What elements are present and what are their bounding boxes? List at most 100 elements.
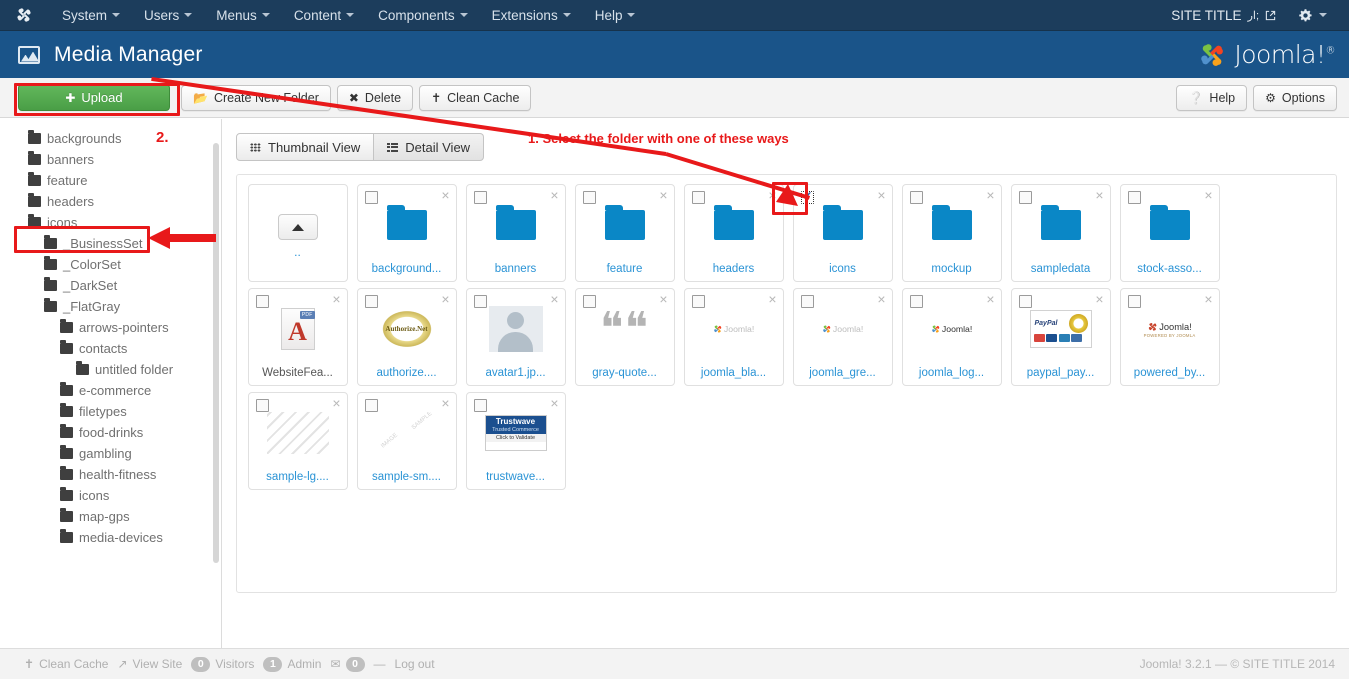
- thumb-checkbox[interactable]: [1018, 295, 1032, 308]
- thumb-item[interactable]: × PDF A WebsiteFea...: [247, 288, 348, 386]
- tree-item[interactable]: icons: [0, 485, 221, 506]
- thumb-checkbox[interactable]: [364, 191, 378, 204]
- menu-components[interactable]: Components: [366, 2, 480, 29]
- tree-item[interactable]: arrows-pointers: [0, 317, 221, 338]
- thumb-checkbox[interactable]: [909, 191, 923, 204]
- tree-item[interactable]: _BusinessSet: [0, 233, 221, 254]
- menu-menus[interactable]: Menus: [204, 2, 282, 29]
- tree-item[interactable]: map-gps: [0, 506, 221, 527]
- thumb-label[interactable]: powered_by...: [1121, 367, 1219, 379]
- close-icon[interactable]: ×: [877, 188, 885, 202]
- delete-button[interactable]: ✖ Delete: [336, 84, 414, 111]
- footer-admin[interactable]: 1 Admin: [263, 656, 321, 672]
- thumb-label[interactable]: joomla_bla...: [685, 367, 783, 379]
- close-icon[interactable]: ×: [768, 292, 776, 306]
- close-icon[interactable]: ×: [1204, 188, 1212, 202]
- footer-view-site[interactable]: ↗ View Site: [117, 657, 182, 671]
- thumb-item[interactable]: × feature: [574, 184, 675, 282]
- tree-item[interactable]: filetypes: [0, 401, 221, 422]
- thumb-label[interactable]: stock-asso...: [1121, 263, 1219, 275]
- thumb-item[interactable]: × stock-asso...: [1119, 184, 1220, 282]
- thumb-item[interactable]: × Trustwave Trusted Commerce Click to Valid…: [465, 392, 566, 490]
- thumb-checkbox[interactable]: [1018, 191, 1032, 204]
- thumb-checkbox[interactable]: [1127, 191, 1141, 204]
- create-new-folder-button[interactable]: 📂 Create New Folder: [181, 84, 331, 111]
- menu-system[interactable]: System: [50, 2, 132, 29]
- upload-button[interactable]: ✚ Upload: [18, 84, 170, 111]
- close-icon[interactable]: ×: [550, 292, 558, 306]
- close-icon[interactable]: ×: [986, 188, 994, 202]
- thumb-item[interactable]: × Authorize.Net authorize....: [356, 288, 457, 386]
- thumb-label[interactable]: sample-lg....: [249, 471, 347, 483]
- thumb-label[interactable]: feature: [576, 263, 674, 275]
- tree-item[interactable]: _DarkSet: [0, 275, 221, 296]
- thumb-label[interactable]: joomla_gre...: [794, 367, 892, 379]
- thumb-label[interactable]: paypal_pay...: [1012, 367, 1110, 379]
- footer-logout[interactable]: Log out: [395, 657, 435, 671]
- folder-tree-pane[interactable]: backgrounds banners feature headers icons _Bu…: [0, 119, 222, 648]
- thumb-label[interactable]: avatar1.jp...: [467, 367, 565, 379]
- thumb-item[interactable]: × icons: [792, 184, 893, 282]
- thumb-checkbox[interactable]: [582, 191, 596, 204]
- footer-visitors[interactable]: 0 Visitors: [191, 656, 254, 672]
- thumb-checkbox[interactable]: [800, 189, 814, 204]
- close-icon[interactable]: ×: [659, 188, 667, 202]
- tree-item[interactable]: _FlatGray: [0, 296, 221, 317]
- tab-thumbnail-view[interactable]: Thumbnail View: [236, 133, 375, 161]
- thumb-label[interactable]: icons: [794, 263, 892, 275]
- thumb-label[interactable]: WebsiteFea...: [249, 367, 347, 379]
- close-icon[interactable]: ×: [1095, 292, 1103, 306]
- menu-help[interactable]: Help: [583, 2, 648, 29]
- close-icon[interactable]: ×: [1095, 188, 1103, 202]
- tree-item[interactable]: gambling: [0, 443, 221, 464]
- tab-detail-view[interactable]: Detail View: [374, 133, 485, 161]
- thumb-label[interactable]: background...: [358, 263, 456, 275]
- thumb-label[interactable]: ..: [249, 245, 347, 259]
- tree-item[interactable]: backgrounds: [0, 128, 221, 149]
- clean-cache-button[interactable]: ✝ Clean Cache: [419, 84, 532, 111]
- thumb-item[interactable]: × Joomla! joomla_gre...: [792, 288, 893, 386]
- close-icon[interactable]: ×: [768, 188, 776, 202]
- site-title-link[interactable]: SITE TITLE ار;: [1161, 2, 1286, 29]
- thumb-checkbox[interactable]: [800, 295, 814, 308]
- close-icon[interactable]: ×: [550, 188, 558, 202]
- thumb-checkbox[interactable]: [582, 295, 596, 308]
- tree-item[interactable]: health-fitness: [0, 464, 221, 485]
- thumb-checkbox[interactable]: [473, 399, 487, 412]
- thumb-label[interactable]: headers: [685, 263, 783, 275]
- menu-users[interactable]: Users: [132, 2, 204, 29]
- tree-item[interactable]: icons: [0, 212, 221, 233]
- thumb-checkbox[interactable]: [1127, 295, 1141, 308]
- tree-item[interactable]: food-drinks: [0, 422, 221, 443]
- thumb-checkbox[interactable]: [909, 295, 923, 308]
- footer-clean-cache[interactable]: ✝ Clean Cache: [24, 657, 108, 671]
- tree-item[interactable]: banners: [0, 149, 221, 170]
- thumb-checkbox[interactable]: [691, 295, 705, 308]
- close-icon[interactable]: ×: [332, 292, 340, 306]
- thumb-label[interactable]: gray-quote...: [576, 367, 674, 379]
- help-button[interactable]: ❔ Help: [1176, 84, 1248, 111]
- close-icon[interactable]: ×: [659, 292, 667, 306]
- close-icon[interactable]: ×: [441, 396, 449, 410]
- thumb-item[interactable]: × PayPal paypal_pay...: [1010, 288, 1111, 386]
- tree-item[interactable]: headers: [0, 191, 221, 212]
- footer-messages[interactable]: ✉ 0: [330, 656, 365, 672]
- menu-content[interactable]: Content: [282, 2, 366, 29]
- close-icon[interactable]: ×: [332, 396, 340, 410]
- thumb-checkbox[interactable]: [364, 399, 378, 412]
- tree-item[interactable]: feature: [0, 170, 221, 191]
- joomla-mark-icon[interactable]: [14, 5, 34, 25]
- thumb-item[interactable]: × IMAGE SAMPLE sample-sm....: [356, 392, 457, 490]
- thumb-label[interactable]: banners: [467, 263, 565, 275]
- admin-settings-menu[interactable]: [1286, 2, 1339, 29]
- close-icon[interactable]: ×: [441, 292, 449, 306]
- thumb-item[interactable]: × avatar1.jp...: [465, 288, 566, 386]
- thumb-up-directory[interactable]: ..: [247, 184, 348, 282]
- menu-extensions[interactable]: Extensions: [480, 2, 583, 29]
- close-icon[interactable]: ×: [986, 292, 994, 306]
- thumb-item[interactable]: × Joomla! joomla_log...: [901, 288, 1002, 386]
- options-button[interactable]: ⚙ Options: [1253, 84, 1337, 111]
- close-icon[interactable]: ×: [441, 188, 449, 202]
- thumb-item[interactable]: × banners: [465, 184, 566, 282]
- tree-item[interactable]: _ColorSet: [0, 254, 221, 275]
